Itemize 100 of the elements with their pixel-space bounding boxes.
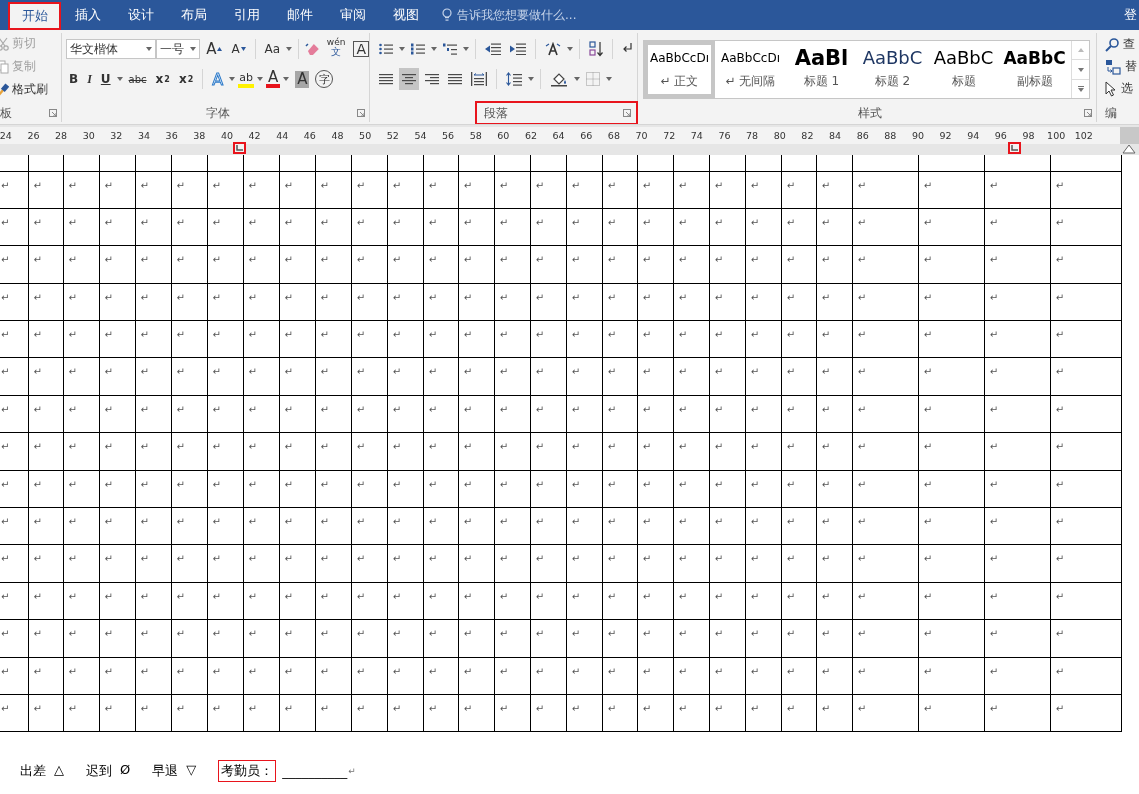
scissors-icon	[0, 36, 9, 51]
paragraph-mark: ↵	[535, 441, 545, 453]
style-gallery-item[interactable]: AaBl 标题 1	[786, 41, 857, 99]
paragraph-mark: ↵	[857, 329, 867, 341]
paragraph-mark: ↵	[248, 516, 257, 527]
change-case-button[interactable]: Aa	[261, 38, 284, 60]
paragraph-mark: ↵	[176, 590, 185, 602]
font-color-button[interactable]: A	[265, 70, 281, 88]
format-painter-button[interactable]: 格式刷	[0, 79, 61, 100]
paragraph-mark: ↵	[571, 441, 581, 453]
ribbon-tab[interactable]: 引用	[220, 0, 273, 30]
paragraph-mark: ↵	[857, 403, 867, 415]
paragraph-mark: ↵	[463, 516, 473, 527]
paragraph-mark: ↵	[284, 403, 293, 415]
caret-icon[interactable]	[283, 77, 290, 81]
paragraph-mark: ↵	[1, 665, 10, 677]
highlight-button[interactable]: ab	[238, 70, 254, 88]
paragraph-mark: ↵	[68, 216, 77, 228]
sign-in-link[interactable]: 登	[1124, 6, 1137, 24]
paragraph-mark: ↵	[642, 179, 652, 191]
style-gallery-item[interactable]: AaBbCcDı ↵ 正文	[644, 41, 715, 99]
paragraph-mark: ↵	[607, 254, 617, 266]
select-button[interactable]: 选	[1105, 78, 1139, 99]
superscript-button[interactable]: x$^{2}$	[175, 68, 197, 90]
caret-icon[interactable]	[145, 47, 152, 51]
style-gallery-item[interactable]: AaBbC 标题	[928, 41, 999, 99]
paragraph-mark: ↵	[428, 179, 438, 191]
paragraph-mark: ↵	[392, 590, 402, 602]
ribbon-tab[interactable]: 邮件	[273, 0, 326, 30]
font-size-dropdown[interactable]: 一号	[155, 39, 201, 59]
paragraph-mark: ↵	[607, 478, 617, 490]
paragraph-mark: ↵	[857, 590, 867, 602]
ruler-number: 46	[302, 130, 317, 141]
caret-icon[interactable]	[606, 77, 612, 81]
style-name: 副标题	[1016, 73, 1053, 91]
replace-button[interactable]: 替	[1105, 56, 1139, 77]
paragraph-mark: ↵	[989, 179, 999, 191]
character-shading-button[interactable]: A	[295, 70, 310, 88]
style-gallery-item[interactable]: AaBbC 标题 2	[857, 41, 928, 99]
paintbrush-icon	[0, 82, 9, 97]
style-preview: AaBbC	[1003, 49, 1066, 68]
align-center-button[interactable]	[399, 68, 419, 90]
character-border-button[interactable]: A	[353, 41, 369, 57]
paragraph-mark: ↵	[176, 702, 185, 714]
grow-font-button[interactable]: A	[203, 38, 226, 60]
paragraph-mark: ↵	[857, 478, 867, 490]
paragraph-mark: ↵	[642, 516, 652, 527]
italic-button[interactable]: I	[84, 68, 95, 90]
dialog-launcher-icon	[49, 109, 57, 117]
bold-button[interactable]: B	[66, 68, 82, 90]
ribbon-tab[interactable]: 开始	[8, 2, 61, 30]
caret-icon[interactable]	[528, 77, 534, 81]
caret-icon[interactable]	[256, 77, 263, 81]
phonetic-guide-button[interactable]: wén 文	[323, 38, 349, 60]
paragraph-mark: ↵	[463, 553, 473, 565]
paragraph-mark: ↵	[989, 441, 999, 453]
paragraph-mark: ↵	[33, 254, 42, 266]
paragraph-mark: ↵	[212, 628, 221, 640]
caret-icon[interactable]	[463, 47, 469, 51]
strikethrough-button[interactable]: abc	[125, 68, 150, 90]
caret-icon[interactable]	[229, 77, 236, 81]
paragraph-mark: ↵	[212, 403, 221, 415]
paragraph-mark: ↵	[607, 590, 617, 602]
font-name-dropdown[interactable]: 华文楷体	[66, 39, 156, 59]
paragraph-mark: ↵	[923, 254, 933, 266]
underline-button[interactable]: U	[97, 68, 114, 90]
paragraph-mark: ↵	[284, 665, 293, 677]
paragraph-group-label[interactable]: 段落	[478, 104, 635, 122]
paragraph-mark: ↵	[678, 665, 688, 677]
shrink-font-button[interactable]: A	[228, 38, 249, 60]
tab-stop-icon[interactable]	[233, 142, 246, 154]
tab-stop-icon[interactable]	[1008, 142, 1021, 154]
caret-icon[interactable]	[116, 77, 123, 81]
style-gallery-item[interactable]: AaBbC 副标题	[999, 41, 1070, 99]
paragraph-mark: ↵	[642, 366, 652, 378]
ribbon-tab[interactable]: 设计	[114, 0, 167, 30]
caret-icon[interactable]	[399, 47, 405, 51]
caret-icon[interactable]	[567, 47, 573, 51]
caret-icon[interactable]	[190, 47, 197, 51]
caret-icon[interactable]	[286, 47, 293, 51]
paragraph-mark: ↵	[750, 366, 760, 378]
ribbon-tab[interactable]: 审阅	[326, 0, 379, 30]
find-button[interactable]: 查	[1105, 34, 1139, 55]
cursor-icon	[1105, 80, 1117, 97]
paragraph-mark: ↵	[248, 216, 257, 228]
paragraph-mark: ↵	[104, 254, 113, 266]
ribbon-tab[interactable]: 视图	[379, 0, 432, 30]
paragraph-mark: ↵	[750, 254, 760, 266]
caret-icon[interactable]	[431, 47, 437, 51]
paragraph-mark: ↵	[68, 590, 77, 602]
paragraph-mark: ↵	[140, 254, 149, 266]
tell-me-field[interactable]: 告诉我您想要做什么...	[457, 6, 577, 24]
caret-icon[interactable]	[574, 77, 580, 81]
ribbon-tab[interactable]: 插入	[61, 0, 114, 30]
ribbon-tab[interactable]: 布局	[167, 0, 220, 30]
style-gallery-item[interactable]: AaBbCcDı ↵ 无间隔	[715, 41, 786, 99]
paragraph-mark: ↵	[678, 403, 688, 415]
paragraph-mark: ↵	[68, 702, 77, 714]
paragraph-mark: ↵	[714, 329, 724, 341]
ruler-number: 52	[385, 130, 400, 141]
